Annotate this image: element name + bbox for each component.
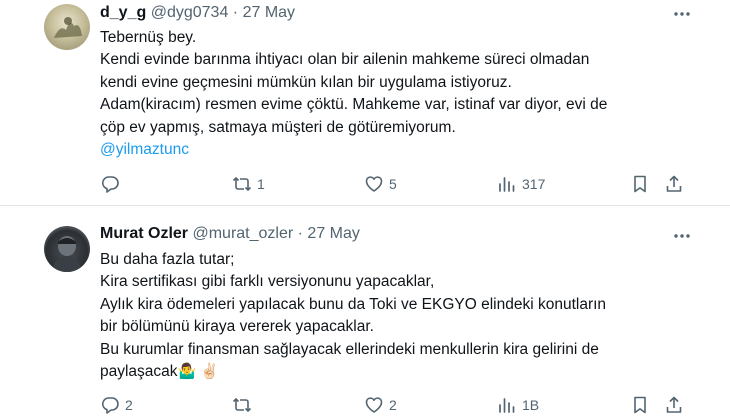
avatar-image-icon — [54, 17, 82, 38]
avatar[interactable] — [44, 226, 90, 272]
retweet-button[interactable]: 1 — [232, 173, 265, 195]
views-count: 317 — [522, 176, 546, 192]
display-name[interactable]: Murat Ozler — [100, 225, 188, 242]
avatar-image-icon — [52, 236, 82, 272]
bookmark-button[interactable] — [630, 173, 650, 195]
shrug-victory-emoji: 🤷‍♂️ ✌🏻 — [177, 363, 220, 381]
action-bar: 1 5 317 — [100, 173, 690, 195]
heart-icon — [365, 176, 383, 192]
separator: · — [297, 225, 303, 242]
action-bar: 2 2 1B — [100, 394, 690, 416]
text-line: Bu kurumlar finansman sağlayacak ellerin… — [100, 340, 599, 358]
views-icon — [499, 177, 515, 192]
last-line-text: paylaşacak — [100, 363, 178, 381]
display-name[interactable]: d_y_g — [100, 4, 146, 21]
tweet[interactable]: Murat Ozler @murat_ozler · 27 May Bu dah… — [0, 206, 730, 420]
reply-button[interactable]: 2 — [100, 394, 133, 416]
bookmark-icon — [634, 396, 646, 414]
retweet-count: 1 — [257, 176, 265, 192]
text-line: kendi evine geçmesini mümkün kılan bir u… — [100, 73, 512, 91]
separator: · — [232, 4, 239, 21]
like-count: 2 — [389, 397, 397, 413]
tweet-header: Murat Ozler @murat_ozler · 27 May — [100, 224, 360, 244]
text-line: Kira sertifikası gibi farklı versiyonunu… — [100, 273, 435, 291]
text-line: paylaşacak🤷‍♂️ ✌🏻 — [100, 361, 700, 383]
text-line: Bu daha fazla tutar; — [100, 251, 235, 268]
text-line: çöp ev yapmış, satmaya müşteri de götüre… — [100, 118, 456, 136]
heart-icon — [365, 397, 383, 413]
views-button[interactable]: 1B — [497, 394, 539, 416]
tweet-header: d_y_g @dyg0734 · 27 May — [100, 3, 295, 23]
retweet-button[interactable] — [232, 394, 257, 416]
text-line: bir bölümünü kiraya vererek yapacaklar. — [100, 318, 374, 336]
reply-count: 2 — [125, 397, 133, 413]
views-icon — [499, 398, 515, 413]
share-button[interactable] — [664, 173, 684, 195]
reply-button[interactable] — [100, 173, 125, 195]
bookmark-icon — [634, 175, 646, 193]
reply-icon — [101, 176, 119, 193]
share-icon — [666, 175, 682, 192]
bookmark-button[interactable] — [630, 394, 650, 416]
views-button[interactable]: 317 — [497, 173, 545, 195]
retweet-icon — [232, 397, 252, 413]
text-line: Adam(kiracım) resmen evime çöktü. Mahkem… — [100, 96, 608, 114]
tweet-text: Tebernüş bey. Kendi evinde barınma ihtiy… — [100, 27, 700, 161]
tweet[interactable]: d_y_g @dyg0734 · 27 May Tebernüş bey. Ke… — [0, 0, 730, 205]
share-icon — [666, 396, 682, 413]
views-count: 1B — [522, 397, 540, 413]
avatar[interactable] — [44, 4, 90, 50]
like-button[interactable]: 5 — [364, 173, 397, 195]
more-horizontal-icon[interactable] — [672, 226, 692, 246]
tweet-date[interactable]: 27 May — [243, 4, 295, 21]
text-line: Kendi evinde barınma ihtiyacı olan bir a… — [100, 51, 590, 69]
text-line: Tebernüş bey. — [100, 29, 197, 46]
like-button[interactable]: 2 — [364, 394, 397, 416]
user-handle[interactable]: @dyg0734 — [151, 4, 229, 21]
like-count: 5 — [389, 176, 397, 192]
tweet-text: Bu daha fazla tutar; Kira sertifikası gi… — [100, 249, 700, 383]
more-horizontal-icon[interactable] — [672, 4, 692, 24]
user-handle[interactable]: @murat_ozler — [192, 225, 293, 242]
text-line: Aylık kira ödemeleri yapılacak bunu da T… — [100, 295, 607, 313]
mention-link[interactable]: @yilmaztunc — [100, 139, 700, 161]
tweet-date[interactable]: 27 May — [307, 225, 359, 242]
retweet-icon — [232, 176, 252, 192]
share-button[interactable] — [664, 394, 684, 416]
reply-icon — [101, 397, 119, 414]
